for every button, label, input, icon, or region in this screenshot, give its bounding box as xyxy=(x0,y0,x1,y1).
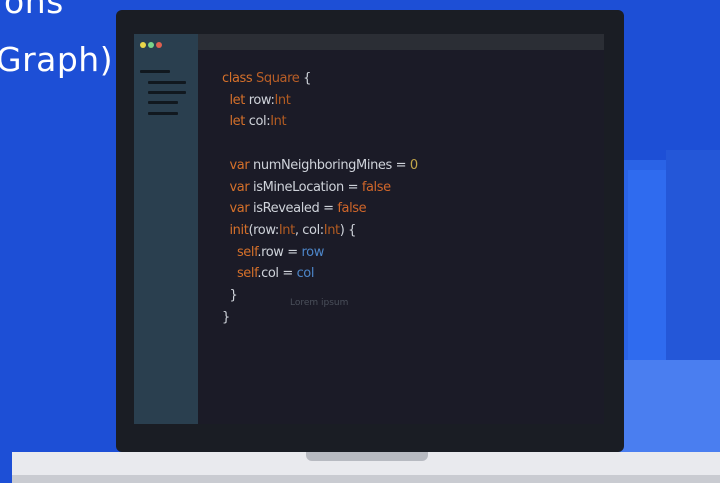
code-line: var isMineLocation = false xyxy=(229,179,391,195)
menu-line xyxy=(148,91,186,94)
type-name: Int xyxy=(278,222,295,238)
keyword: let xyxy=(229,114,245,130)
menu-line xyxy=(148,112,178,115)
code-line: } xyxy=(222,309,230,325)
watermark-text: Lorem ipsum xyxy=(290,298,349,308)
slide-title-line-1: ons xyxy=(4,0,64,21)
boolean-literal: false xyxy=(361,179,391,195)
keyword: let xyxy=(229,92,245,108)
code-line: let col:Int xyxy=(229,114,287,130)
number-literal: 0 xyxy=(409,157,418,173)
code-line: init(row:Int, col:Int) { xyxy=(229,222,357,238)
window-control-green[interactable] xyxy=(148,42,154,48)
parameter: col xyxy=(296,266,315,282)
keyword: var xyxy=(229,201,250,217)
menu-line xyxy=(140,70,170,73)
laptop-base-edge xyxy=(12,475,720,483)
parameter: row xyxy=(301,244,325,260)
code-line: let row:Int xyxy=(229,92,291,108)
slide-title-line-2: Graph) xyxy=(0,40,114,79)
code-line: self.col = col xyxy=(236,266,315,282)
laptop-hinge-notch xyxy=(306,452,428,461)
menu-line xyxy=(148,81,186,84)
keyword: init xyxy=(229,222,249,238)
boolean-literal: false xyxy=(337,201,367,217)
background-panel xyxy=(628,170,666,370)
type-name: Int xyxy=(270,114,287,130)
type-name: Int xyxy=(323,222,340,238)
menu-line xyxy=(148,101,178,104)
class-name: Square xyxy=(256,71,300,86)
code-line: class Square { xyxy=(222,71,311,86)
window-control-red[interactable] xyxy=(156,42,162,48)
keyword: var xyxy=(229,157,250,173)
window-control-yellow[interactable] xyxy=(140,42,146,48)
keyword: class xyxy=(222,71,253,86)
code-line: var isRevealed = false xyxy=(229,201,367,217)
editor-tab-bar xyxy=(198,34,604,50)
keyword: self xyxy=(236,244,258,260)
code-line: self.row = row xyxy=(236,244,325,260)
keyword: self xyxy=(236,266,258,282)
code-line: var numNeighboringMines = 0 xyxy=(229,157,418,173)
type-name: Int xyxy=(274,92,291,108)
keyword: var xyxy=(229,179,250,195)
code-line: } xyxy=(222,288,238,304)
code-block: class Square { let row:Int let col:Int v… xyxy=(222,68,418,328)
